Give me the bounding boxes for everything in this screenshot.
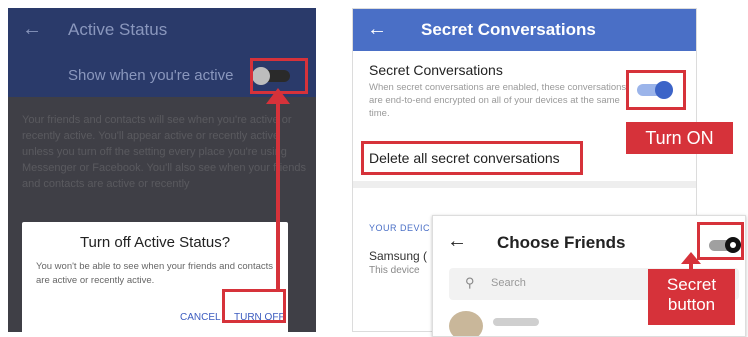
active-status-description: Your friends and contacts will see when … (22, 114, 306, 190)
dialog-title: Turn off Active Status? (79, 234, 231, 251)
your-devices-header: YOUR DEVIC (369, 223, 431, 233)
friend-name-blurred[interactable] (493, 318, 539, 326)
device-name: Samsung ( (369, 249, 428, 263)
secret-button-callout: Secret button (648, 269, 735, 325)
cancel-button[interactable]: CANCEL (180, 312, 221, 323)
toggle-on-highlight-box (626, 70, 686, 110)
arrow-left-icon[interactable]: ← (22, 18, 42, 41)
arrow-left-icon[interactable]: ← (447, 230, 467, 253)
device-subtitle: This device (369, 265, 420, 276)
delete-highlight-box (361, 141, 583, 175)
avatar[interactable] (449, 311, 483, 336)
turn-off-highlight-box (222, 289, 286, 323)
search-icon: ⚲ (465, 275, 475, 290)
page-title: Active Status (68, 20, 168, 39)
callout-arrow-line (276, 95, 280, 290)
section-divider (353, 181, 696, 188)
secret-button-callout-text: Secret button (666, 275, 717, 314)
arrow-up-icon (681, 252, 701, 264)
turn-on-callout: Turn ON (626, 122, 733, 154)
dialog-text: You won't be able to see when your frien… (36, 261, 274, 286)
app-bar: ← Active Status (8, 8, 316, 53)
page-title: Secret Conversations (421, 20, 596, 39)
app-bar: ← Secret Conversations (353, 9, 696, 51)
active-status-screen: ← Active Status Show when you're active … (8, 8, 316, 332)
choose-friends-title: Choose Friends (497, 233, 626, 252)
secret-toggle-highlight-box (697, 222, 744, 260)
secret-conversations-description: When secret conversations are enabled, t… (369, 82, 627, 119)
arrow-left-icon[interactable]: ← (367, 18, 387, 41)
search-placeholder: Search (491, 277, 526, 289)
show-active-label: Show when you're active (68, 67, 234, 84)
secret-conversations-title: Secret Conversations (369, 62, 503, 78)
arrow-up-icon (266, 88, 290, 104)
